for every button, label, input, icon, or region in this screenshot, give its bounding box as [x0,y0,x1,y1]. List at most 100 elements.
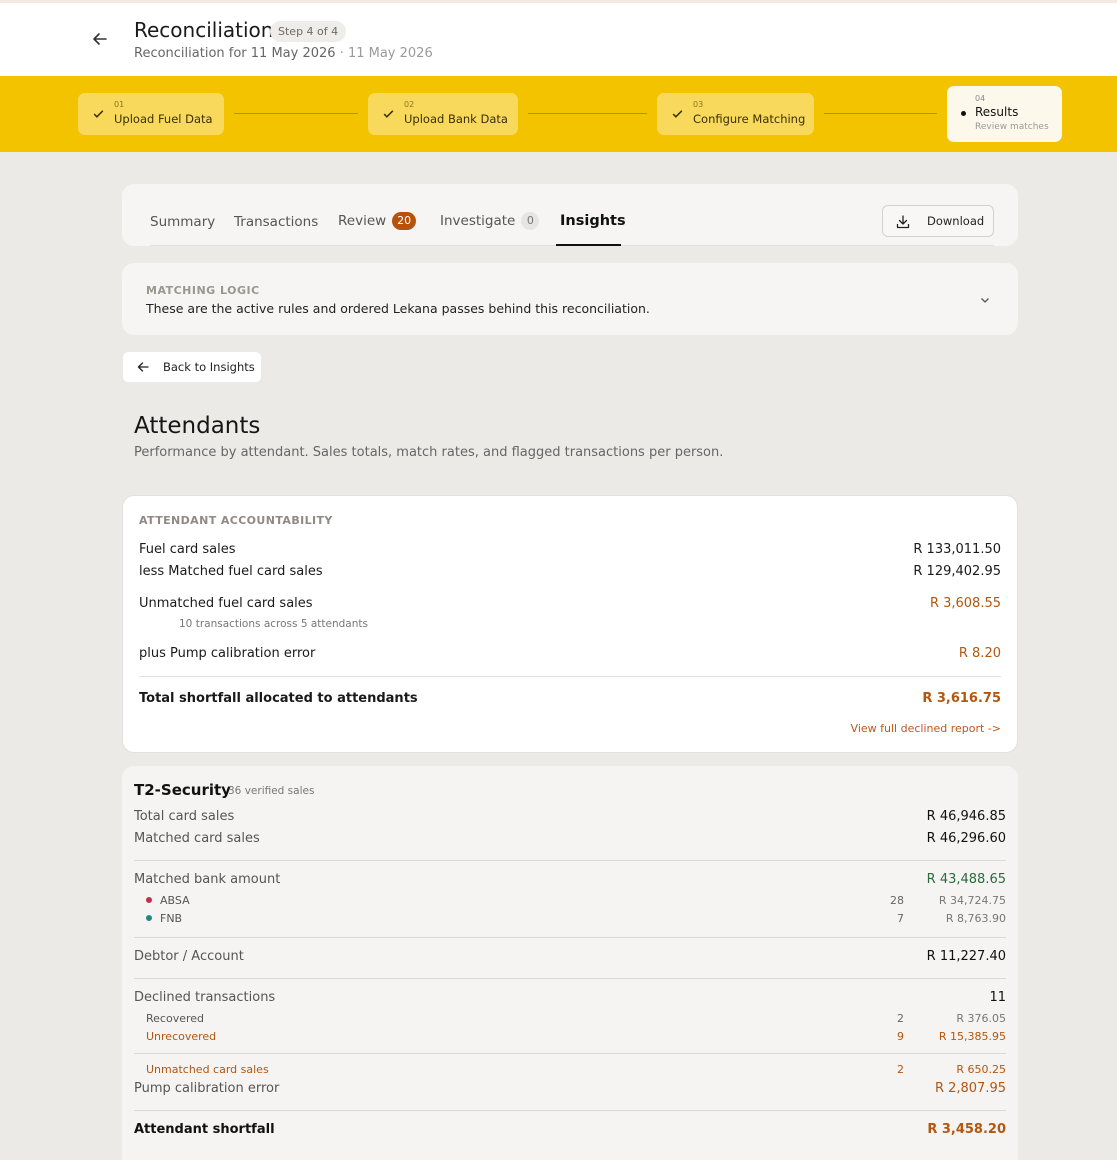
attendant-shortfall-row: Attendant shortfall R 3,458.20 [134,1122,1006,1137]
step-configure-matching[interactable]: 03 Configure Matching [657,93,814,135]
row-value: R 46,296.60 [926,831,1006,846]
row-label: Matched card sales [134,831,260,846]
debtor-account-row: Debtor / Account R 11,227.40 [134,949,1006,964]
row-value: R 46,946.85 [926,809,1006,824]
step-connector [234,113,358,114]
bank-count: 28 [890,894,904,907]
bank-dot [146,897,152,903]
pump-calibration-row: Pump calibration error R 2,807.95 [134,1081,1006,1096]
step-number: 04 [975,94,986,103]
check-icon [672,110,683,118]
row-label: Recovered [146,1012,205,1025]
row-count: 2 [897,1063,904,1076]
attendant-card: T2-Security 36 verified sales Total card… [122,766,1018,1160]
chevron-down-icon[interactable] [979,294,991,306]
download-icon [896,215,910,229]
subtitle-text: Reconciliation for 11 May 2026 [134,46,336,61]
active-step-dot [961,111,966,116]
section-subtitle: Performance by attendant. Sales totals, … [134,445,724,460]
step-upload-fuel-data[interactable]: 01 Upload Fuel Data [78,93,224,135]
attendant-meta: 36 verified sales [228,785,315,797]
divider [134,937,1006,938]
step-results[interactable]: 04 Results Review matches [947,86,1062,142]
divider [134,978,1006,979]
step-number: 03 [693,100,704,109]
fuel-card-sales-row: Fuel card sales R 133,011.50 [139,542,1001,557]
tab-summary[interactable]: Summary [150,214,215,230]
row-label: Debtor / Account [134,949,244,964]
bank-amount: R 8,763.90 [945,912,1006,925]
step-number: 01 [114,100,125,109]
pump-calibration-row: plus Pump calibration error R 8.20 [139,646,1001,661]
back-to-insights-label: Back to Insights [163,360,255,374]
view-declined-report-link[interactable]: View full declined report -> [851,722,1001,735]
row-value: R 11,227.40 [926,949,1006,964]
bank-row-absa: ABSA 28 R 34,724.75 [146,894,1006,907]
step-label: Configure Matching [693,112,806,126]
recovered-row: Recovered 2 R 376.05 [146,1012,1006,1025]
total-card-sales-row: Total card sales R 46,946.85 [134,809,1006,824]
check-icon [93,110,104,118]
row-amount: R 650.25 [956,1063,1006,1076]
page-subtitle: Reconciliation for 11 May 2026 · 11 May … [134,46,433,61]
step-label: Results [975,105,1019,119]
bank-row-fnb: FNB 7 R 8,763.90 [146,912,1006,925]
active-tab-underline [556,244,621,246]
step-sublabel: Review matches [975,122,1049,132]
matching-logic-title: MATCHING LOGIC [146,284,260,297]
arrow-left-icon[interactable] [90,29,110,49]
row-value: R 3,458.20 [927,1122,1006,1137]
row-label: less Matched fuel card sales [139,564,323,579]
tab-transactions[interactable]: Transactions [234,214,318,230]
bank-amount: R 34,724.75 [938,894,1006,907]
review-count-badge: 20 [392,212,417,230]
section-title: Attendants [134,413,261,439]
matching-logic-text: These are the active rules and ordered L… [146,301,650,316]
accountability-title: ATTENDANT ACCOUNTABILITY [139,514,333,527]
declined-transactions-row: Declined transactions 11 [134,990,1006,1005]
matching-logic-panel[interactable]: MATCHING LOGIC These are the active rule… [122,263,1018,335]
row-label: Total card sales [134,809,235,824]
row-value: R 8.20 [958,646,1001,661]
step-label: Upload Bank Data [404,112,508,126]
attendant-accountability-card: ATTENDANT ACCOUNTABILITY Fuel card sales… [122,495,1018,753]
row-count: 9 [897,1030,904,1043]
row-label: Unmatched card sales [146,1063,269,1076]
tab-review[interactable]: Review 20 [338,212,417,230]
progress-stepper: 01 Upload Fuel Data 02 Upload Bank Data … [0,76,1117,152]
tab-investigate-label: Investigate [440,213,516,229]
step-connector [824,113,937,114]
bank-name: FNB [160,912,183,925]
divider [139,676,1001,677]
step-label: Upload Fuel Data [114,112,213,126]
step-upload-bank-data[interactable]: 02 Upload Bank Data [368,93,518,135]
row-label: Unrecovered [146,1030,217,1043]
page-header: Reconciliation Step 4 of 4 Reconciliatio… [0,3,1117,76]
download-button[interactable]: Download [882,205,994,237]
unmatched-card-sales-row: Unmatched card sales 2 R 650.25 [146,1063,1006,1076]
back-to-insights-button[interactable]: Back to Insights [123,352,261,382]
row-value: R 3,616.75 [922,691,1001,706]
row-value: R 2,807.95 [934,1081,1006,1096]
attendant-name: T2-Security [134,781,231,799]
row-value: R 133,011.50 [913,542,1001,557]
matched-card-sales-row: Matched card sales R 46,296.60 [134,831,1006,846]
bank-dot [146,915,152,921]
row-label: Unmatched fuel card sales [139,596,313,611]
check-icon [383,110,394,118]
tab-insights[interactable]: Insights [560,213,626,229]
row-label: Attendant shortfall [134,1122,275,1137]
row-amount: R 15,385.95 [938,1030,1006,1043]
row-value: R 129,402.95 [913,564,1001,579]
row-label: Total shortfall allocated to attendants [139,691,418,706]
tab-investigate[interactable]: Investigate 0 [440,212,540,230]
unmatched-note: 10 transactions across 5 attendants [179,618,368,630]
step-pill: Step 4 of 4 [270,21,347,42]
row-label: Fuel card sales [139,542,236,557]
divider [134,1110,1006,1111]
investigate-count-badge: 0 [521,212,540,230]
step-number: 02 [404,100,415,109]
row-value: 11 [989,990,1006,1005]
row-label: plus Pump calibration error [139,646,316,661]
row-label: Pump calibration error [134,1081,280,1096]
